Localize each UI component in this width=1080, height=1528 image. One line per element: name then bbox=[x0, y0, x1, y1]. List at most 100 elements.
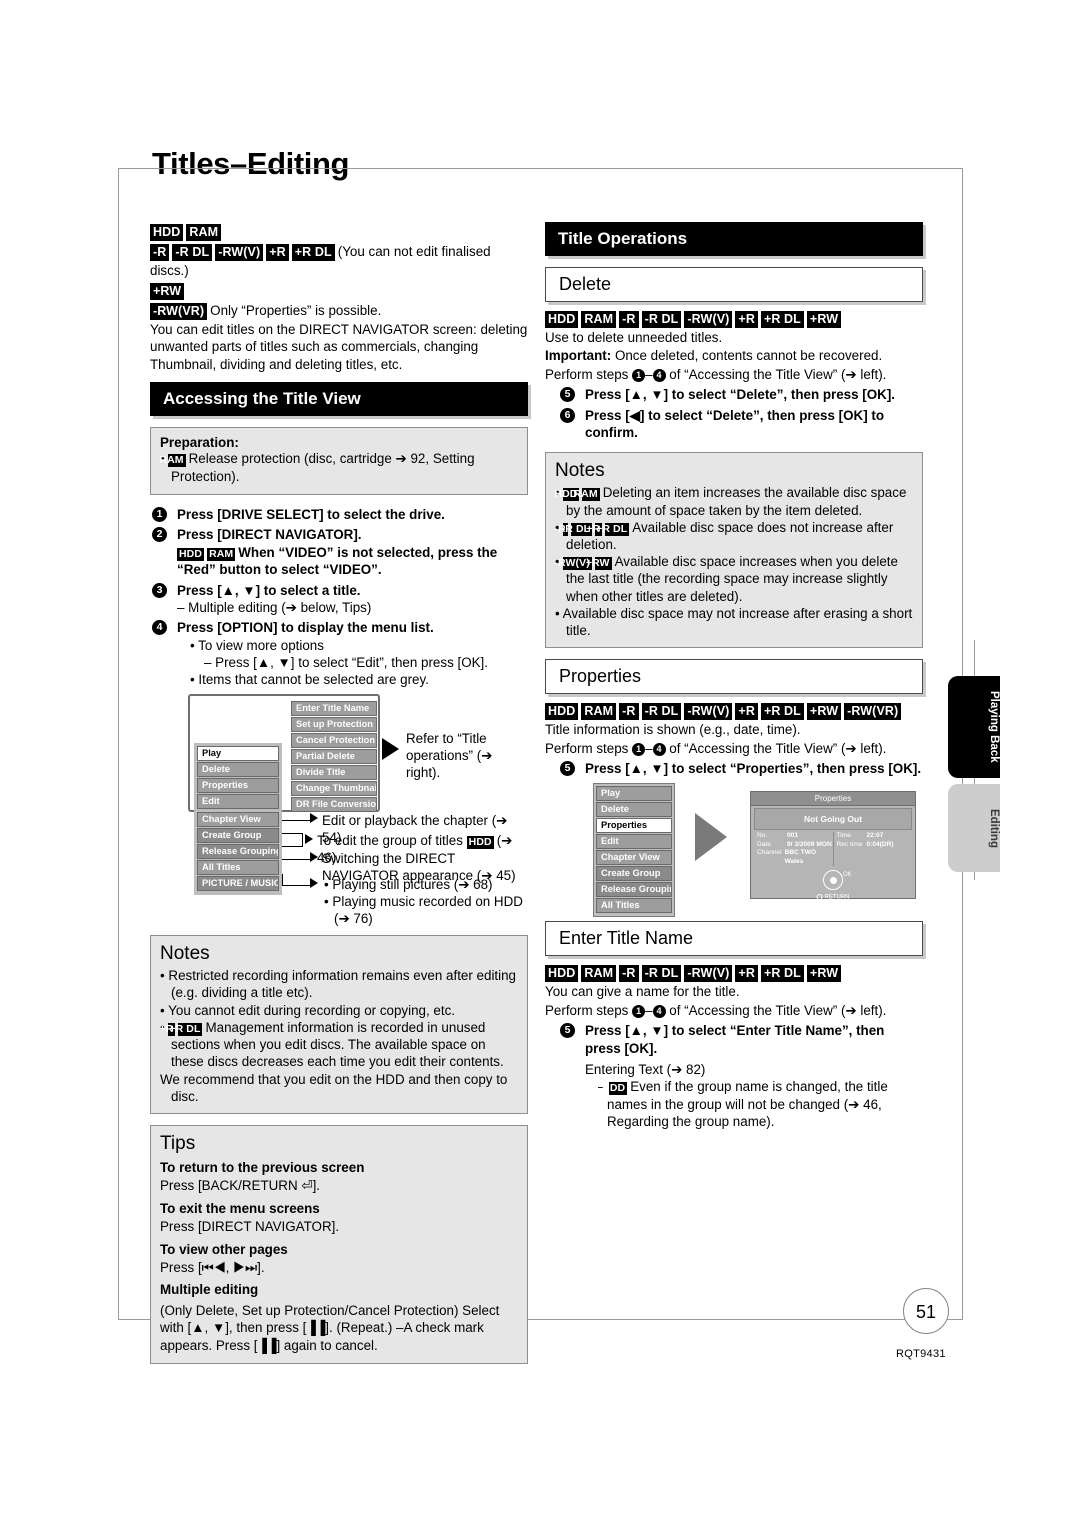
disc-badge-rdl: -R DL bbox=[641, 703, 682, 721]
step-number: 1 bbox=[152, 507, 167, 523]
submenu-item-dr-file-conversion[interactable]: DR File Conversion bbox=[291, 797, 377, 813]
submenu-item-set-up-protection[interactable]: Set up Protection bbox=[291, 717, 377, 733]
intro-badges-row1: HDD RAM bbox=[150, 222, 528, 241]
intro-badges-row3: +RW bbox=[150, 281, 528, 300]
menu-item-release-grouping[interactable]: Release Grouping bbox=[596, 882, 672, 898]
arrow-right-icon bbox=[695, 813, 727, 862]
menu-item-edit[interactable]: Edit bbox=[197, 794, 279, 810]
preparation-title: Preparation: bbox=[160, 435, 239, 451]
tip-heading: To exit the menu screens bbox=[160, 1200, 320, 1216]
menu-item-chapter-view[interactable]: Chapter View bbox=[197, 812, 279, 828]
notes-title: Notes bbox=[555, 460, 605, 482]
submenu-item-partial-delete[interactable]: Partial Delete bbox=[291, 749, 377, 765]
submenu-item-cancel-protection[interactable]: Cancel Protection bbox=[291, 733, 377, 749]
menu-item-edit[interactable]: Edit bbox=[596, 834, 672, 850]
menu-item-chapter-view[interactable]: Chapter View bbox=[596, 850, 672, 866]
menu-item-create-group[interactable]: Create Group bbox=[596, 866, 672, 882]
disc-badge-rwvr: -RW(VR) bbox=[844, 703, 902, 721]
note-item: Restricted recording information remains… bbox=[160, 967, 518, 1001]
arrow-picture-icon bbox=[310, 878, 318, 889]
menu-item-play[interactable]: Play bbox=[596, 786, 672, 802]
step-number: 3 bbox=[152, 582, 167, 598]
field-value-date: 9/ 3/2009 MON bbox=[787, 840, 832, 848]
menu-item-picture-music[interactable]: PICTURE / MUSIC bbox=[197, 876, 279, 892]
side-tab-playing-back[interactable]: Playing Back bbox=[948, 676, 1000, 778]
disc-badge-r: -R bbox=[619, 965, 639, 983]
enter-title-name-line1: You can give a name for the title. bbox=[545, 984, 740, 1000]
menu-item-all-titles[interactable]: All Titles bbox=[596, 898, 672, 914]
option-menu-diagram: Play Delete Properties Edit Chapter View… bbox=[150, 694, 528, 926]
return-label: RETURN bbox=[816, 893, 850, 900]
return-circle-icon bbox=[816, 893, 823, 900]
delete-line1: Use to delete unneeded titles. bbox=[545, 330, 723, 345]
submenu-item-divide-title[interactable]: Divide Title bbox=[291, 765, 377, 781]
disc-badge-plusrw: +RW bbox=[806, 311, 842, 328]
disc-badge-plusrw: +RW bbox=[806, 703, 842, 721]
menu-item-properties[interactable]: Properties bbox=[197, 778, 279, 794]
disc-badge-plusrw: +RW bbox=[806, 965, 842, 983]
field-value-no: 001 bbox=[787, 832, 799, 840]
side-tab-editing[interactable]: Editing bbox=[948, 784, 1000, 872]
delete-badges: HDD RAM -R -R DL -RW(V) +R +R DL +RW bbox=[545, 309, 923, 328]
diagram-main-menu: Play Delete Properties Edit bbox=[194, 743, 282, 813]
delete-perform: Perform steps 1–4 of “Accessing the Titl… bbox=[545, 366, 887, 382]
connector-chapter bbox=[282, 820, 312, 822]
tip-heading: To return to the previous screen bbox=[160, 1159, 365, 1175]
disc-badge-rwv: -RW(V) bbox=[684, 311, 733, 328]
step-text: Press [OPTION] to display the menu list. bbox=[177, 620, 434, 636]
note-item: -R-R DL+R+R DLAvailable disc space does … bbox=[554, 519, 913, 553]
intro-row4-note: Only “Properties” is possible. bbox=[210, 303, 382, 318]
disc-badge-hdd: HDD bbox=[602, 1082, 628, 1096]
menu-item-delete[interactable]: Delete bbox=[197, 762, 279, 778]
menu-item-all-titles[interactable]: All Titles bbox=[197, 860, 279, 876]
disc-badge-rwvr: -RW(VR) bbox=[150, 303, 208, 320]
menu-item-release-grouping[interactable]: Release Grouping bbox=[197, 844, 279, 860]
dpad-ok-icon[interactable] bbox=[823, 870, 843, 891]
disc-badge-hdd: HDD bbox=[177, 547, 205, 561]
menu-item-create-group[interactable]: Create Group bbox=[197, 828, 279, 844]
footer-document-code: RQT9431 bbox=[896, 1348, 946, 1360]
submenu-item-enter-title-name[interactable]: Enter Title Name bbox=[291, 701, 377, 717]
menu-item-delete[interactable]: Delete bbox=[596, 802, 672, 818]
field-value-channel: BBC TWO Wales bbox=[784, 849, 817, 865]
menu-item-play[interactable]: Play bbox=[197, 746, 279, 762]
disc-badge-r: -R bbox=[619, 311, 639, 328]
properties-perform: Perform steps 1–4 of “Accessing the Titl… bbox=[545, 740, 887, 756]
tip-text: Press [BACK/RETURN ⏎]. bbox=[160, 1178, 321, 1194]
field-label-date: Date bbox=[757, 840, 771, 848]
properties-dialog-program-name: Not Going Out bbox=[754, 808, 912, 831]
delete-step-6: 6 Press [◀] to select “Delete”, then pre… bbox=[558, 407, 923, 442]
enter-title-name-step-5: 5 Press [▲, ▼] to select “Enter Title Na… bbox=[558, 1022, 923, 1130]
perform-step-b: 4 bbox=[652, 368, 666, 382]
menu-item-properties[interactable]: Properties bbox=[596, 818, 672, 834]
notes-box-left: Notes Restricted recording information r… bbox=[150, 935, 528, 1114]
disc-badge-plusrdl: +R DL bbox=[760, 965, 804, 983]
perform-pre: Perform steps bbox=[545, 740, 629, 756]
disc-badge-plusr: +R bbox=[735, 965, 758, 983]
accessing-steps: 1 Press [DRIVE SELECT] to select the dri… bbox=[150, 506, 528, 688]
field-value-rec-time: 0:04(DR) bbox=[866, 840, 894, 848]
perform-pre: Perform steps bbox=[545, 1002, 629, 1018]
note-tail: We recommend that you edit on the HDD an… bbox=[160, 1071, 508, 1104]
arrow-alltitles-icon bbox=[310, 852, 318, 863]
note-item: You cannot edit during recording or copy… bbox=[160, 1002, 518, 1019]
submenu-item-change-thumbnail[interactable]: Change Thumbnail bbox=[291, 781, 377, 797]
properties-illustration: Play Delete Properties Edit Chapter View… bbox=[545, 783, 923, 918]
step-number: 5 bbox=[560, 1023, 575, 1039]
disc-badge-hdd: HDD bbox=[150, 224, 184, 241]
disc-badge-plusrdl: +R DL bbox=[760, 703, 804, 721]
perform-step-a: 1 bbox=[632, 742, 646, 756]
step-3: 3 Press [▲, ▼] to select a title. – Mult… bbox=[150, 582, 528, 617]
disc-badge-hdd: HDD bbox=[545, 311, 579, 328]
fields-left: No. 001 Date 9/ 3/2009 MON Channel BBC TWO … bbox=[754, 832, 833, 866]
callout-title-operations: Refer to “Title operations” (➔ right). bbox=[406, 731, 493, 781]
diagram-secondary-menu: Chapter View Create Group Release Groupi… bbox=[194, 810, 282, 896]
field-label-channel: Channel bbox=[757, 849, 782, 857]
disc-badge-plusrdl: +R DL bbox=[760, 311, 804, 328]
enter-title-name-perform: Perform steps 1–4 of “Accessing the Titl… bbox=[545, 1002, 887, 1018]
perform-post: of “Accessing the Title View” (➔ left). bbox=[669, 740, 887, 756]
right-column: Title Operations Delete HDD RAM -R -R DL -RW… bbox=[545, 222, 923, 1133]
disc-badge-ram: RAM bbox=[581, 703, 617, 721]
intro-body: You can edit titles on the DIRECT NAVIGA… bbox=[150, 322, 528, 372]
disc-badge-r: -R bbox=[150, 244, 170, 261]
